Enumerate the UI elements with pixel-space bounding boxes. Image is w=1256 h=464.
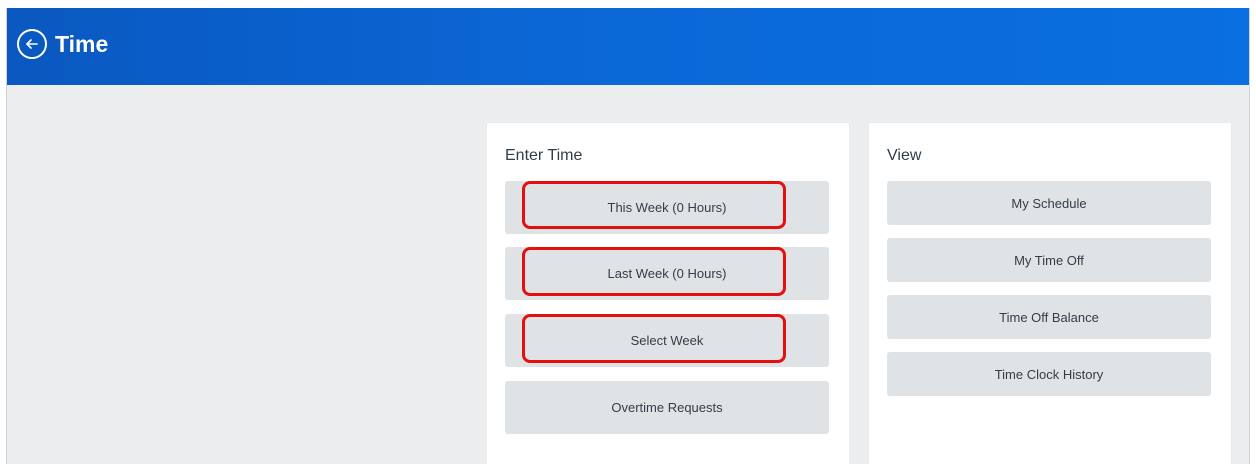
page-title: Time — [55, 31, 109, 57]
page-header: Time — [7, 8, 1249, 85]
time-clock-history-button-label: Time Clock History — [994, 366, 1104, 382]
my-time-off-button[interactable]: My Time Off — [887, 238, 1211, 282]
arrow-left-icon — [26, 39, 38, 49]
select-week-button-label: Select Week — [630, 333, 704, 348]
last-week-button-label: Last Week (0 Hours) — [607, 266, 727, 281]
overtime-requests-button-label: Overtime Requests — [611, 400, 723, 415]
time-clock-history-button[interactable]: Time Clock History — [887, 352, 1211, 396]
this-week-button-label: This Week (0 Hours) — [607, 200, 727, 215]
this-week-button[interactable]: This Week (0 Hours) — [505, 181, 829, 234]
time-off-balance-button-label: Time Off Balance — [999, 309, 1099, 325]
last-week-button[interactable]: Last Week (0 Hours) — [505, 247, 829, 300]
overtime-requests-button[interactable]: Overtime Requests — [505, 381, 829, 434]
back-button[interactable] — [17, 29, 47, 59]
my-schedule-button[interactable]: My Schedule — [887, 181, 1211, 225]
enter-time-card: Enter Time This Week (0 Hours) Last Week… — [487, 123, 849, 464]
select-week-button[interactable]: Select Week — [505, 314, 829, 367]
app-window: Time Enter Time This Week (0 Hours) Last… — [6, 8, 1250, 464]
enter-time-title: Enter Time — [505, 147, 583, 164]
time-off-balance-button[interactable]: Time Off Balance — [887, 295, 1211, 339]
my-time-off-button-label: My Time Off — [1014, 252, 1084, 268]
my-schedule-button-label: My Schedule — [1011, 195, 1087, 211]
view-title: View — [887, 147, 922, 164]
view-card: View My Schedule My Time Off Time Off Ba… — [869, 123, 1231, 464]
